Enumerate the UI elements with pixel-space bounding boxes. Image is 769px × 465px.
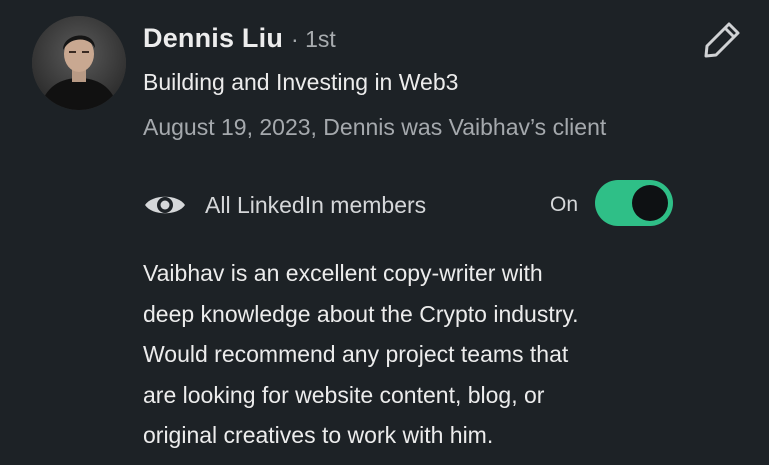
name-line: Dennis Liu · 1st xyxy=(143,23,336,54)
recommendation-text-line: Would recommend any project teams that xyxy=(143,341,569,367)
recommendation-meta: August 19, 2023, Dennis was Vaibhav’s cl… xyxy=(143,114,607,140)
eye-icon xyxy=(145,196,185,214)
recommendation-text-line: are looking for website content, blog, o… xyxy=(143,381,545,408)
recommendation-text-line: original creatives to work with him. xyxy=(143,422,494,448)
recommendation-text: Vaibhav is an excellent copy-writer with… xyxy=(143,253,703,456)
recommendation-text-line: deep knowledge about the Crypto industry… xyxy=(143,300,579,327)
visibility-row: All LinkedIn members On xyxy=(143,180,683,232)
recommender-name[interactable]: Dennis Liu xyxy=(143,23,283,54)
toggle-knob[interactable] xyxy=(632,185,668,221)
toggle-status-label: On xyxy=(550,193,579,216)
connection-degree: · 1st xyxy=(291,26,336,52)
edit-button[interactable] xyxy=(700,18,744,62)
recommender-headline: Building and Investing in Web3 xyxy=(143,69,459,95)
visibility-label: All LinkedIn members xyxy=(205,192,427,218)
visibility-toggle[interactable] xyxy=(595,180,673,226)
pencil-icon xyxy=(704,22,740,58)
recommendation-text-line: Vaibhav is an excellent copy-writer with xyxy=(143,260,543,286)
profile-photo xyxy=(32,16,126,110)
avatar[interactable] xyxy=(32,16,126,110)
